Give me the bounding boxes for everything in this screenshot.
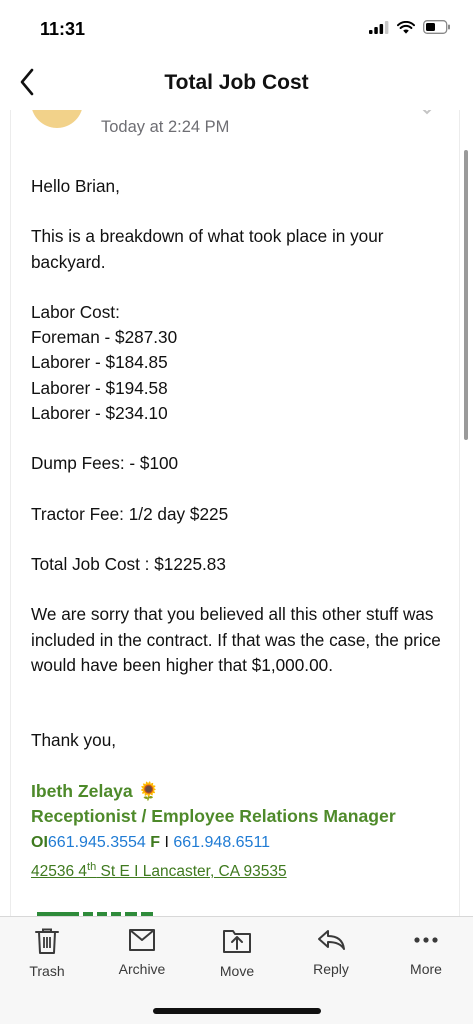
address-number: 42536 4 [31, 862, 88, 880]
signature-name: Ibeth Zelaya 🌻 [31, 779, 446, 805]
more-dots-icon [414, 937, 438, 943]
trash-icon [35, 928, 59, 954]
apology-paragraph: We are sorry that you believed all this … [31, 604, 441, 675]
greeting: Hello Brian, [31, 176, 120, 196]
more-button[interactable]: More [386, 927, 466, 977]
move-label: Move [219, 963, 255, 979]
trash-label: Trash [29, 963, 65, 979]
signature-phones: OI661.945.3554 F I 661.948.6511 [31, 830, 446, 855]
bottom-toolbar: Trash Archive Move Reply More [0, 916, 473, 1024]
email-date: Today at 2:24 PM [101, 118, 230, 136]
wifi-icon [397, 20, 415, 34]
scrollbar[interactable] [464, 150, 468, 440]
labor-item: Laborer - $194.58 [31, 377, 168, 398]
reply-label: Reply [313, 961, 349, 977]
more-label: More [410, 961, 442, 977]
cellular-signal-icon [369, 20, 389, 34]
address-link[interactable]: 42536 4th St E I Lancaster, CA 93535 [31, 855, 446, 884]
move-folder-icon [223, 930, 251, 953]
reply-icon [318, 930, 345, 950]
nav-bar: Total Job Cost [0, 56, 473, 110]
fax-separator: I [164, 833, 169, 851]
page-title: Total Job Cost [164, 71, 309, 94]
archive-icon [129, 929, 155, 951]
status-icons [369, 20, 451, 34]
status-bar: 11:31 [0, 0, 473, 56]
home-indicator[interactable] [153, 1008, 321, 1014]
labor-item: Laborer - $234.10 [31, 402, 168, 423]
reply-button[interactable]: Reply [291, 927, 371, 977]
archive-label: Archive [118, 961, 166, 977]
expand-icon[interactable] [419, 110, 435, 116]
intro-paragraph: This is a breakdown of what took place i… [31, 226, 384, 272]
fax-phone-link[interactable]: 661.948.6511 [173, 834, 270, 851]
office-phone-link[interactable]: 661.945.3554 [48, 834, 146, 851]
signature-name-text: Ibeth Zelaya [31, 780, 133, 801]
signature-role: Receptionist / Employee Relations Manage… [31, 806, 396, 827]
battery-icon [423, 20, 450, 34]
archive-button[interactable]: Archive [102, 927, 182, 977]
fax-label: F [150, 833, 161, 851]
dump-fees: Dump Fees: - $100 [31, 453, 179, 474]
address-suffix: th [87, 860, 97, 873]
status-time: 11:31 [40, 19, 86, 39]
office-label: O [31, 833, 44, 851]
trash-button[interactable]: Trash [7, 927, 87, 979]
labor-item: Foreman - $287.30 [31, 327, 178, 348]
move-button[interactable]: Move [197, 927, 277, 979]
closing: Thank you, [31, 730, 117, 751]
tractor-fee: Tractor Fee: 1/2 day $225 [31, 503, 229, 524]
sender-avatar[interactable] [31, 110, 83, 128]
email-message: Today at 2:24 PM Hello Brian, This is a … [10, 110, 460, 916]
labor-heading: Labor Cost: [31, 301, 120, 322]
sunflower-emoji: 🌻 [137, 780, 160, 801]
labor-item: Laborer - $184.85 [31, 352, 168, 373]
address-rest: St E I Lancaster, CA 93535 [96, 862, 287, 880]
total-job-cost: Total Job Cost : $1225.83 [31, 553, 226, 574]
email-body: Hello Brian, This is a breakdown of what… [31, 174, 446, 884]
